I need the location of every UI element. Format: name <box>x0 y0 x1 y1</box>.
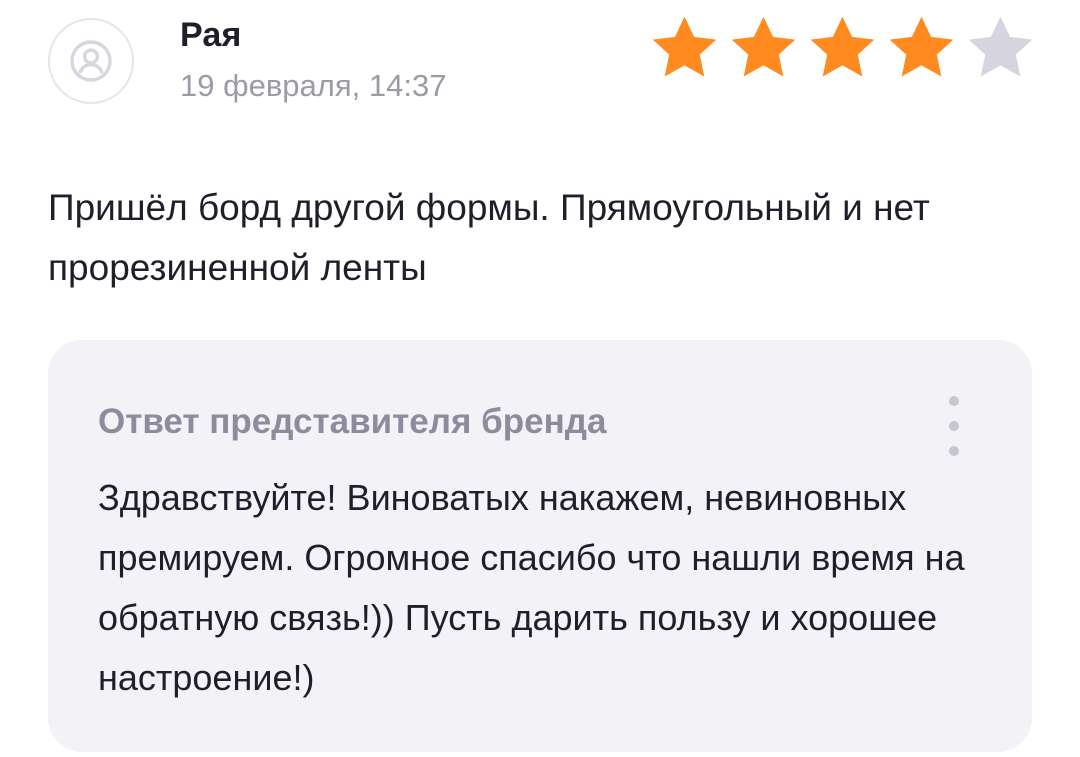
star-icon-5 <box>968 16 1033 77</box>
review-header: Рая 19 февраля, 14:37 <box>48 12 1038 112</box>
star-icon-1 <box>652 16 717 77</box>
brand-reply-card: Ответ представителя бренда Здравствуйте!… <box>48 340 1032 752</box>
more-vertical-icon-dot <box>949 421 959 431</box>
star-icon-4 <box>889 16 954 77</box>
more-options-button[interactable] <box>942 396 966 456</box>
author-name: Рая <box>180 16 242 54</box>
review-date: 19 февраля, 14:37 <box>180 68 447 103</box>
brand-reply-title: Ответ представителя бренда <box>98 402 607 441</box>
review-text: Пришёл борд другой формы. Прямоугольный … <box>48 187 930 288</box>
more-vertical-icon-dot <box>949 446 959 456</box>
brand-reply-text: Здравствуйте! Виноватых накажем, невинов… <box>98 477 965 698</box>
user-placeholder-icon <box>70 40 112 82</box>
avatar[interactable] <box>48 18 134 104</box>
more-vertical-icon <box>949 396 959 406</box>
star-icon-3 <box>810 16 875 77</box>
rating-stars <box>647 12 1038 84</box>
star-icon-2 <box>731 16 796 77</box>
